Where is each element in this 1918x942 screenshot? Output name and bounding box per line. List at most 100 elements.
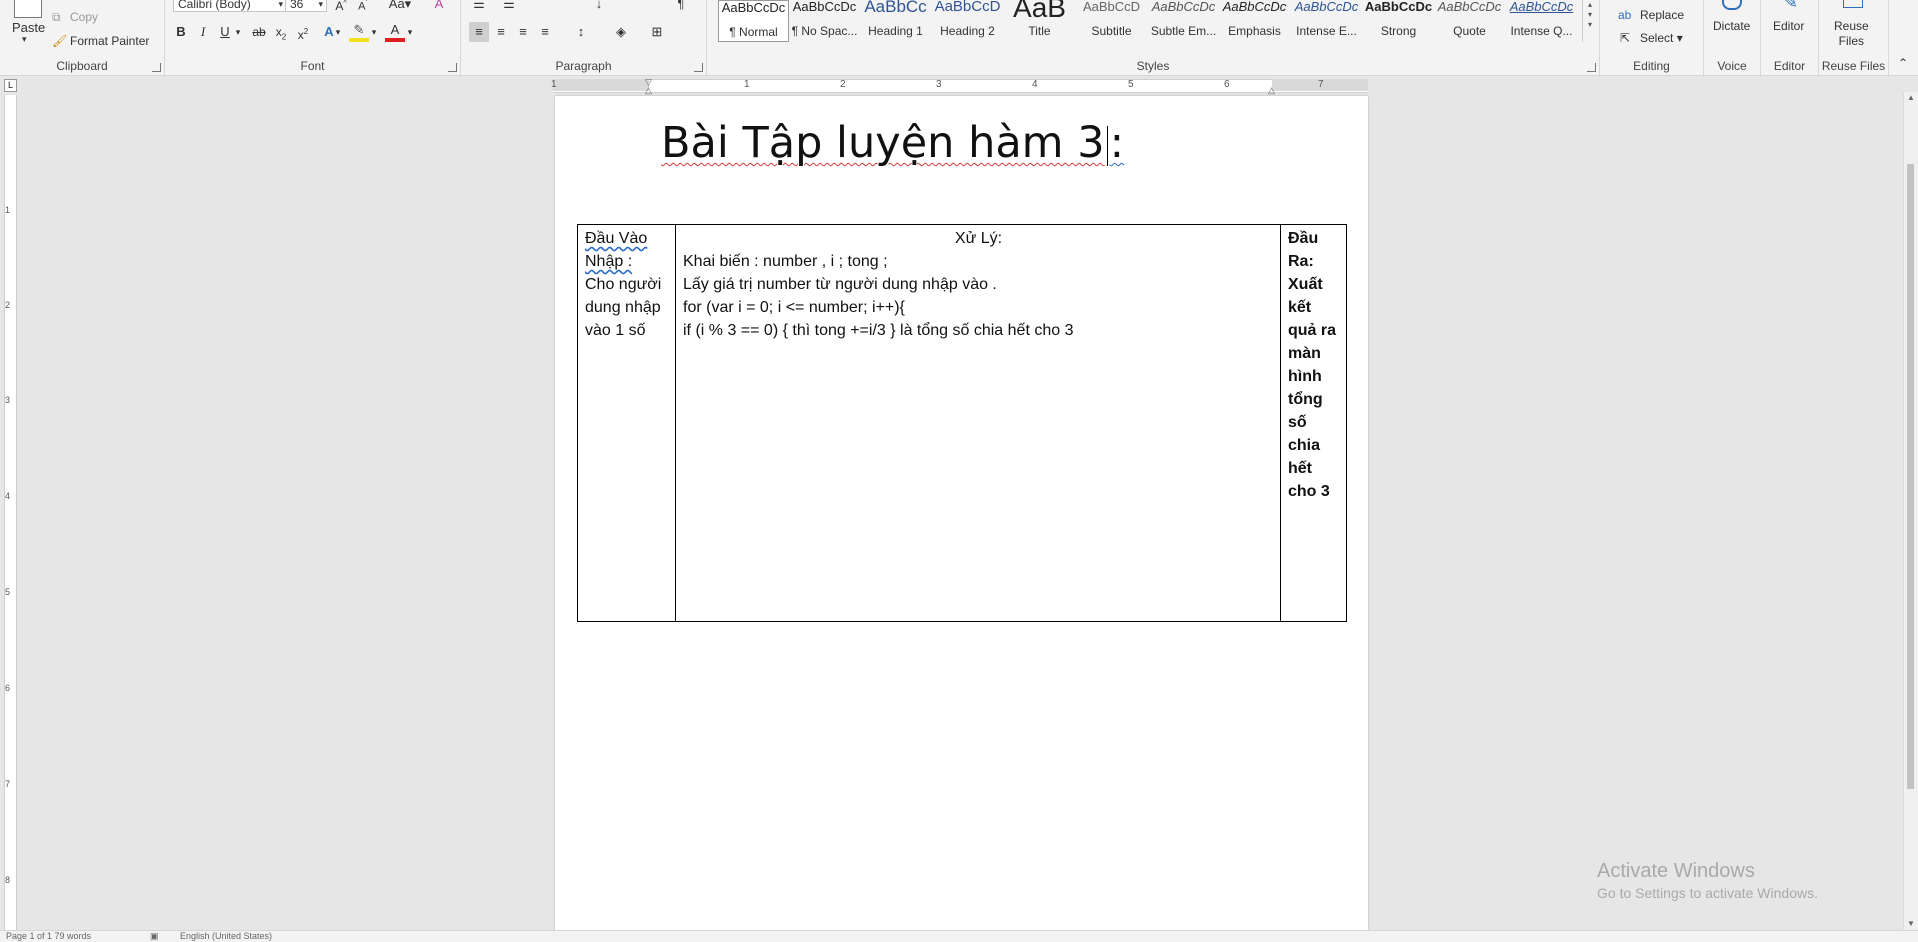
- style-normal[interactable]: AaBbCcDc ¶ Normal: [718, 0, 789, 42]
- ruler-number: 7: [1318, 79, 1324, 90]
- select-button[interactable]: Select ▾: [1640, 31, 1683, 45]
- style-no-spacing[interactable]: AaBbCcDc ¶ No Spac...: [789, 0, 860, 42]
- word-count[interactable]: Page 1 of 1 79 words: [6, 931, 91, 942]
- paste-icon[interactable]: [14, 0, 42, 18]
- justify-icon[interactable]: ≡: [535, 22, 555, 42]
- editor-label: Editor: [1773, 59, 1806, 73]
- right-indent-icon[interactable]: △: [1268, 85, 1275, 96]
- document-title[interactable]: Bài Tập luyện hàm 3:: [661, 118, 1124, 168]
- style-preview: AaBbCcD: [1082, 0, 1141, 14]
- shading-icon[interactable]: ◈: [611, 22, 631, 42]
- style-intense-emphasis[interactable]: AaBbCcDc Intense E...: [1291, 0, 1362, 42]
- sort-icon[interactable]: ↓: [589, 0, 609, 14]
- scroll-down-icon[interactable]: ▼: [1904, 918, 1918, 930]
- font-color-icon[interactable]: A: [385, 22, 405, 42]
- title-colon: :: [1109, 118, 1125, 168]
- line-spacing-icon[interactable]: ↕: [571, 22, 591, 42]
- style-emphasis[interactable]: AaBbCcDc Emphasis: [1219, 0, 1290, 42]
- style-title[interactable]: AaB Title: [1004, 0, 1075, 42]
- align-right-icon[interactable]: ≡: [513, 22, 533, 42]
- superscript-icon[interactable]: x2: [293, 22, 313, 42]
- vertical-scrollbar[interactable]: ▲ ▼: [1903, 92, 1918, 930]
- style-name: Subtitle: [1091, 24, 1132, 38]
- proofing-icon[interactable]: ▣: [150, 931, 159, 942]
- table-cell-input[interactable]: Đầu Vào Nhập : Cho người dung nhập vào 1…: [578, 225, 676, 621]
- show-formatting-icon[interactable]: ¶: [671, 0, 691, 14]
- paste-dropdown-icon[interactable]: ▾: [22, 34, 27, 45]
- styles-dialog-launcher[interactable]: [1587, 63, 1596, 72]
- grow-font-icon[interactable]: A^: [331, 0, 351, 14]
- style-strong[interactable]: AaBbCcDc Strong: [1363, 0, 1434, 42]
- style-name: Subtle Em...: [1150, 24, 1217, 38]
- font-group: Calibri (Body) ▾ 36 ▾ A^ Aˇ Aa▾ A B I U ▾ …: [165, 0, 461, 75]
- style-name: Intense E...: [1296, 24, 1357, 38]
- hanging-indent-icon[interactable]: △: [645, 85, 652, 96]
- strikethrough-icon[interactable]: ab: [249, 22, 269, 42]
- align-center-icon[interactable]: ≡: [491, 22, 511, 42]
- scroll-up-icon[interactable]: ▲: [1904, 92, 1918, 104]
- replace-icon: ab: [1618, 8, 1632, 22]
- reuse-files-button[interactable]: Reuse Files: [1834, 19, 1869, 49]
- reuse-line2: Files: [1838, 34, 1865, 48]
- style-name: ¶ No Spac...: [791, 24, 858, 38]
- replace-button[interactable]: Replace: [1640, 8, 1684, 22]
- select-label: Select: [1640, 31, 1674, 45]
- underline-icon[interactable]: U: [215, 22, 235, 42]
- clipboard-dialog-launcher[interactable]: [152, 63, 161, 72]
- tab-selector-icon[interactable]: L: [4, 79, 17, 92]
- shrink-font-icon[interactable]: Aˇ: [353, 0, 373, 14]
- status-bar: Page 1 of 1 79 words ▣ English (United S…: [0, 930, 1918, 942]
- ruler-number: 5: [5, 587, 11, 597]
- format-painter-icon: 🖌: [52, 34, 68, 48]
- paragraph-dialog-launcher[interactable]: [694, 63, 703, 72]
- ruler-number: 1: [5, 205, 11, 215]
- paragraph-group: ☰ ☰ ↓ ¶ ≡ ≡ ≡ ≡ ↕ ◈ ⊞ Paragraph: [461, 0, 707, 75]
- vertical-ruler[interactable]: 1 2 3 4 5 6 7 8: [0, 95, 18, 930]
- bold-icon[interactable]: B: [171, 22, 191, 42]
- style-heading-1[interactable]: AaBbCc Heading 1: [860, 0, 931, 42]
- ribbon: Paste ▾ ⧉ Copy 🖌 Format Painter Clipboar…: [0, 0, 1918, 76]
- document-page[interactable]: Bài Tập luyện hàm 3: Đầu Vào Nhập : Cho …: [555, 96, 1368, 941]
- highlight-icon[interactable]: ✎: [349, 22, 369, 42]
- collapse-ribbon-icon[interactable]: ⌃: [1898, 56, 1908, 70]
- style-subtitle[interactable]: AaBbCcD Subtitle: [1076, 0, 1147, 42]
- ruler-number: 4: [5, 491, 11, 501]
- align-left-icon[interactable]: ≡: [469, 22, 489, 42]
- scrollbar-thumb[interactable]: [1907, 164, 1914, 789]
- subscript-icon[interactable]: x2: [271, 22, 291, 42]
- editor-button[interactable]: Editor: [1773, 19, 1804, 33]
- style-quote[interactable]: AaBbCcDc Quote: [1434, 0, 1505, 42]
- style-subtle-emphasis[interactable]: AaBbCcDc Subtle Em...: [1148, 0, 1219, 42]
- borders-icon[interactable]: ⊞: [647, 22, 667, 42]
- clear-formatting-icon[interactable]: A: [429, 0, 449, 14]
- process-line-4: if (i % 3 == 0) { thì tong +=i/3 } là tổ…: [683, 322, 1074, 339]
- editing-group: ab Replace ⇱ Select ▾ Editing: [1600, 0, 1704, 75]
- horizontal-ruler[interactable]: L 1 1 2 3 4 5 6 7 ▽ △ △: [0, 76, 1918, 96]
- change-case-icon[interactable]: Aa▾: [385, 0, 415, 14]
- font-dialog-launcher[interactable]: [448, 63, 457, 72]
- document-table[interactable]: Đầu Vào Nhập : Cho người dung nhập vào 1…: [577, 224, 1347, 622]
- dictate-button[interactable]: Dictate: [1713, 19, 1750, 33]
- format-painter-button[interactable]: Format Painter: [70, 34, 149, 48]
- numbering-icon[interactable]: ☰: [499, 0, 519, 14]
- style-name: ¶ Normal: [729, 25, 778, 39]
- activate-windows-title: Activate Windows: [1597, 860, 1755, 882]
- paste-button[interactable]: Paste: [12, 20, 45, 35]
- styles-scroll[interactable]: ▴ ▾ ▾: [1582, 0, 1597, 42]
- table-cell-output[interactable]: Đầu Ra: Xuất kết quả ra màn hình tổng số…: [1281, 225, 1347, 621]
- chevron-down-icon[interactable]: ▾: [405, 22, 415, 42]
- font-family-combo[interactable]: Calibri (Body) ▾: [173, 0, 287, 12]
- style-heading-2[interactable]: AaBbCcD Heading 2: [932, 0, 1003, 42]
- style-preview: AaBbCcDc: [1509, 0, 1574, 14]
- style-preview: AaBbCcDc: [1294, 0, 1359, 14]
- chevron-down-icon[interactable]: ▾: [369, 22, 379, 42]
- language-status[interactable]: English (United States): [180, 931, 272, 942]
- bullets-icon[interactable]: ☰: [469, 0, 489, 14]
- font-size-combo[interactable]: 36 ▾: [285, 0, 327, 12]
- chevron-down-icon[interactable]: ▾: [233, 22, 243, 42]
- table-cell-process[interactable]: Xử Lý: Khai biến : number , i ; tong ; L…: [676, 225, 1281, 621]
- copy-button[interactable]: Copy: [70, 10, 98, 24]
- chevron-down-icon[interactable]: ▾: [333, 22, 343, 42]
- style-intense-quote[interactable]: AaBbCcDc Intense Q...: [1506, 0, 1577, 42]
- italic-icon[interactable]: I: [193, 22, 213, 42]
